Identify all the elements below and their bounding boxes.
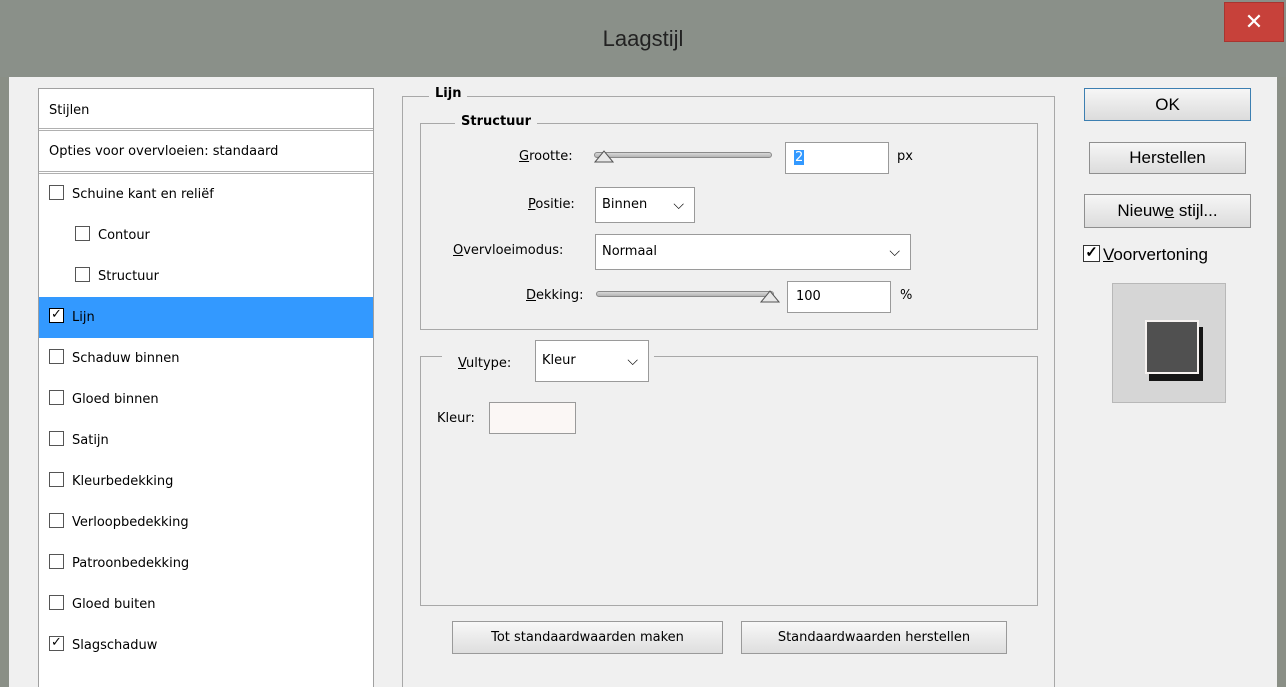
color-label: Kleur: xyxy=(437,411,475,426)
style-item[interactable]: Gloed buiten xyxy=(39,584,373,625)
style-item-label: Satijn xyxy=(72,433,109,448)
close-button[interactable]: ✕ xyxy=(1224,2,1284,42)
structure-title: Structuur xyxy=(455,114,538,129)
opacity-slider-track[interactable] xyxy=(596,291,774,297)
style-item[interactable]: ✓ Slagschaduw xyxy=(39,625,373,666)
style-checkbox[interactable] xyxy=(49,390,64,405)
size-unit: px xyxy=(897,149,913,164)
size-slider-track[interactable] xyxy=(594,152,772,158)
size-input[interactable]: 2 xyxy=(785,142,889,174)
fill-type-select[interactable]: Kleur ⌵ xyxy=(535,340,649,382)
style-checkbox[interactable] xyxy=(49,595,64,610)
style-item[interactable]: Structuur xyxy=(39,256,373,297)
style-item-label: Gloed buiten xyxy=(72,597,156,612)
dialog-body: Stijlen Opties voor overvloeien: standaa… xyxy=(9,77,1277,687)
reset-button[interactable]: Herstellen xyxy=(1089,142,1246,174)
chevron-down-icon: ⌵ xyxy=(673,197,684,213)
opacity-input[interactable]: 100 xyxy=(787,281,891,313)
style-checkbox[interactable] xyxy=(75,267,90,282)
size-slider-thumb[interactable] xyxy=(594,147,614,163)
opacity-unit: % xyxy=(900,288,913,303)
style-item[interactable]: Verloopbedekking xyxy=(39,502,373,543)
preview-toggle[interactable]: ✓ Voorvertoning xyxy=(1083,245,1208,265)
preview-swatch xyxy=(1145,320,1199,374)
styles-header[interactable]: Stijlen xyxy=(39,89,373,131)
style-item-label: Slagschaduw xyxy=(72,638,158,653)
style-item[interactable]: Schaduw binnen xyxy=(39,338,373,379)
opacity-slider-thumb[interactable] xyxy=(760,287,780,303)
window-title: Laagstijl xyxy=(602,26,684,51)
blend-mode-select[interactable]: Normaal ⌵ xyxy=(595,234,911,270)
style-item[interactable]: Contour xyxy=(39,215,373,256)
opacity-label: Dekking: xyxy=(526,288,584,303)
style-item-label: Lijn xyxy=(72,310,95,325)
fill-type-group xyxy=(420,356,1038,606)
size-label: Grootte: xyxy=(519,149,573,164)
chevron-down-icon: ⌵ xyxy=(889,244,900,260)
chevron-down-icon: ⌵ xyxy=(627,353,638,369)
style-item[interactable]: Satijn xyxy=(39,420,373,461)
style-checkbox[interactable] xyxy=(49,513,64,528)
reset-default-button[interactable]: Standaardwaarden herstellen xyxy=(741,621,1007,654)
style-checkbox[interactable] xyxy=(49,554,64,569)
lijn-title: Lijn xyxy=(429,86,468,101)
style-checkbox[interactable] xyxy=(49,349,64,364)
style-checkbox[interactable] xyxy=(49,431,64,446)
style-item-label: Contour xyxy=(98,228,150,243)
style-item-label: Gloed binnen xyxy=(72,392,159,407)
style-item-label: Schuine kant en reliëf xyxy=(72,187,214,202)
style-checkbox[interactable] xyxy=(49,472,64,487)
blend-mode-label: Overvloeimodus: xyxy=(453,243,564,258)
style-item[interactable]: Schuine kant en reliëf xyxy=(39,174,373,215)
style-item-label: Verloopbedekking xyxy=(72,515,189,530)
style-item[interactable]: ✓ Lijn xyxy=(39,297,373,338)
style-item-label: Patroonbedekking xyxy=(72,556,190,571)
blend-options-item[interactable]: Opties voor overvloeien: standaard xyxy=(39,131,373,174)
style-checkbox[interactable] xyxy=(75,226,90,241)
style-item[interactable]: Patroonbedekking xyxy=(39,543,373,584)
style-checkbox[interactable]: ✓ xyxy=(49,636,64,651)
style-item-label: Schaduw binnen xyxy=(72,351,180,366)
style-item-label: Structuur xyxy=(98,269,160,284)
style-item[interactable]: Kleurbedekking xyxy=(39,461,373,502)
fill-type-label: Vultype: xyxy=(458,356,512,371)
style-checkbox[interactable] xyxy=(49,185,64,200)
styles-list: Stijlen Opties voor overvloeien: standaa… xyxy=(38,88,374,687)
style-checkbox[interactable]: ✓ xyxy=(49,308,64,323)
title-bar: Laagstijl ✕ xyxy=(0,0,1286,77)
preview-checkbox[interactable]: ✓ xyxy=(1083,245,1100,263)
style-preview xyxy=(1112,283,1226,403)
make-default-button[interactable]: Tot standaardwaarden maken xyxy=(452,621,723,654)
new-style-button[interactable]: Nieuwe stijl... xyxy=(1084,194,1251,228)
position-select[interactable]: Binnen ⌵ xyxy=(595,187,695,223)
style-item[interactable]: Gloed binnen xyxy=(39,379,373,420)
position-label: Positie: xyxy=(528,197,575,212)
style-item-label: Kleurbedekking xyxy=(72,474,174,489)
ok-button[interactable]: OK xyxy=(1084,88,1251,121)
color-swatch[interactable] xyxy=(489,402,576,434)
